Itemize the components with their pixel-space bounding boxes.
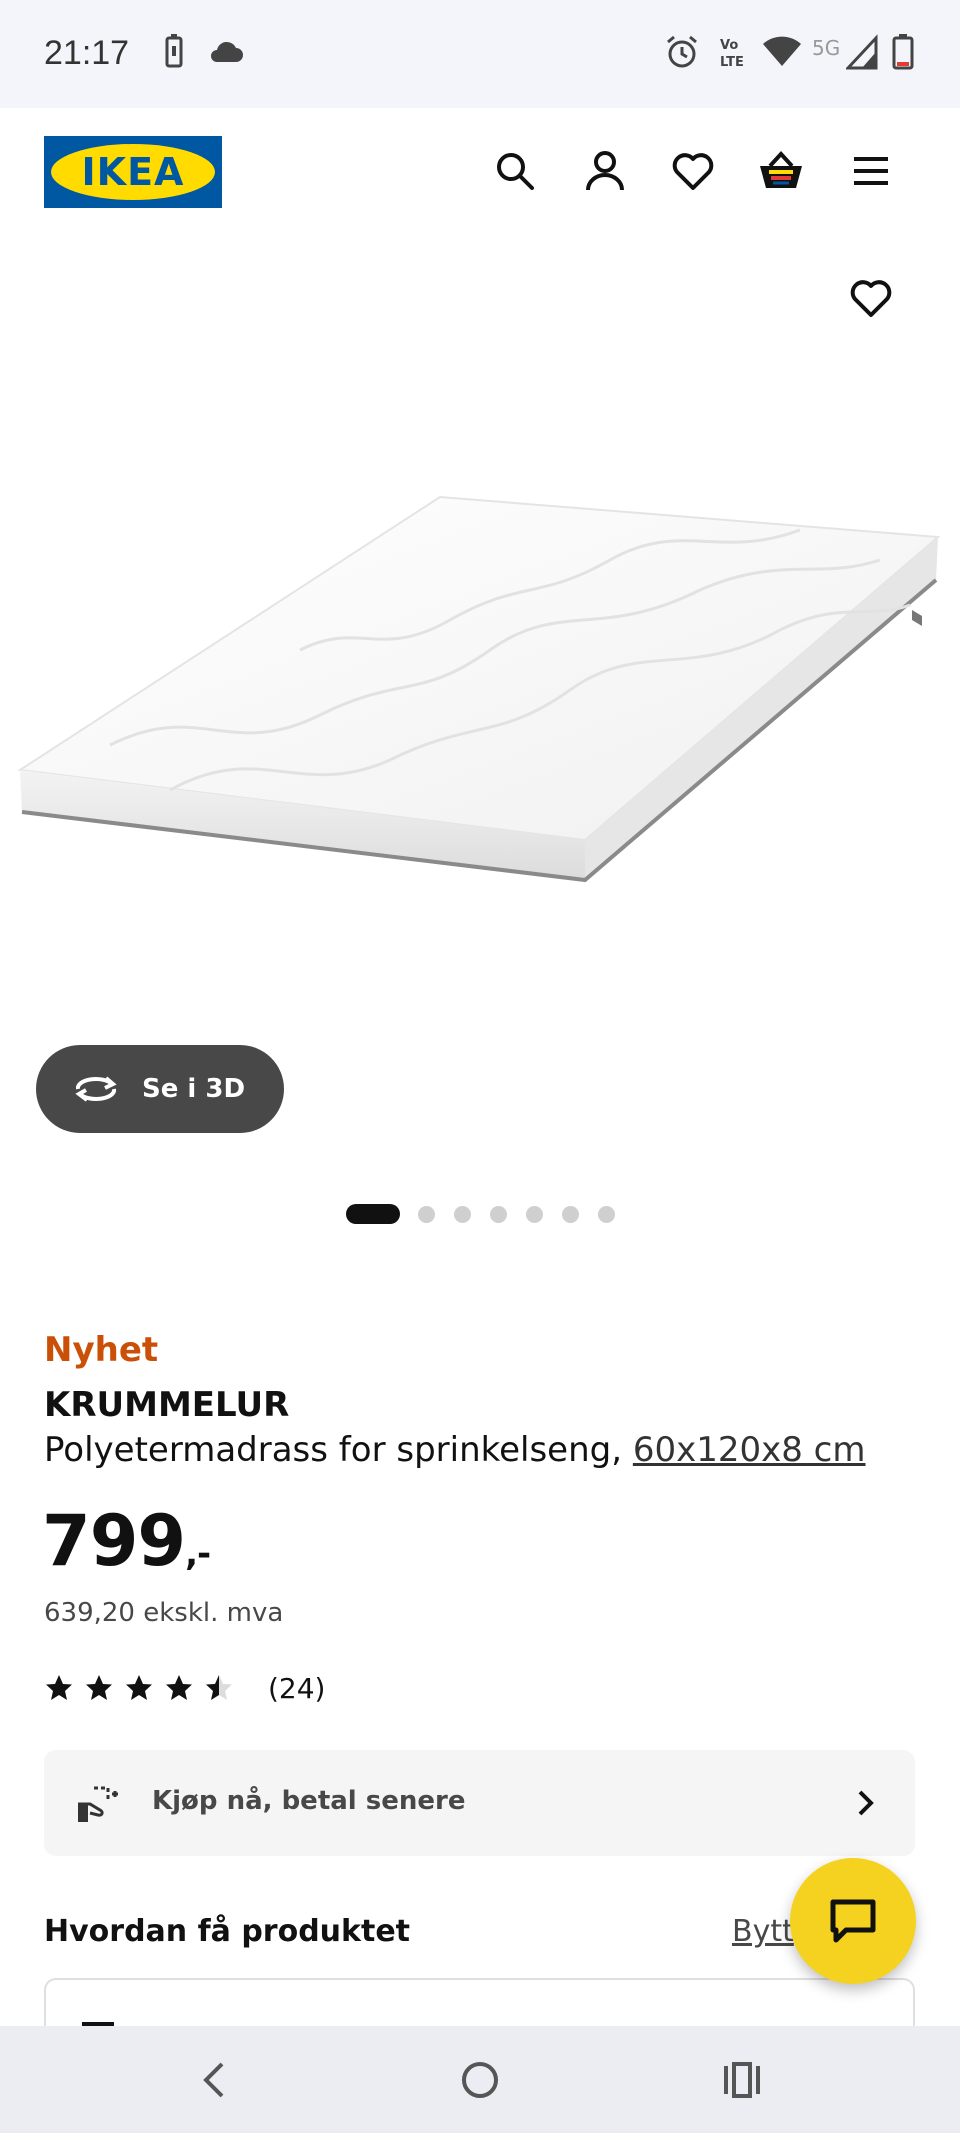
price-suffix: ,- bbox=[185, 1534, 211, 1574]
chat-button[interactable] bbox=[790, 1858, 916, 1984]
price-excluding-vat: 639,20 ekskl. mva bbox=[44, 1598, 284, 1628]
product-price: 799,- bbox=[42, 1500, 211, 1582]
ikea-logo[interactable]: IKEA bbox=[44, 136, 222, 208]
product-type: Polyetermadrass for sprinkelseng, bbox=[44, 1430, 633, 1470]
chevron-right-icon bbox=[858, 1790, 874, 1816]
svg-text:LTE: LTE bbox=[720, 55, 744, 70]
cloud-icon bbox=[211, 41, 243, 62]
star-full-icon bbox=[86, 1675, 112, 1700]
star-full-icon bbox=[46, 1675, 72, 1700]
rating-link[interactable]: (24) bbox=[44, 1668, 325, 1708]
chat-bubble-icon bbox=[830, 1899, 876, 1943]
add-to-favourites-icon[interactable] bbox=[848, 275, 894, 321]
pagination-dot[interactable] bbox=[418, 1206, 435, 1223]
rating-count: (24) bbox=[268, 1671, 326, 1705]
how-to-get-product-heading: Hvordan få produktet bbox=[44, 1914, 411, 1949]
view-in-3d-label: Se i 3D bbox=[142, 1074, 246, 1104]
star-full-icon bbox=[166, 1675, 192, 1700]
network-label: 5G bbox=[812, 36, 841, 60]
alarm-icon bbox=[667, 35, 697, 68]
pagination-dot[interactable] bbox=[562, 1206, 579, 1223]
pagination-dot[interactable] bbox=[490, 1206, 507, 1223]
wifi-icon bbox=[763, 36, 801, 66]
product-size-link[interactable]: 60x120x8 cm bbox=[633, 1430, 866, 1470]
product-image-mattress[interactable] bbox=[0, 238, 960, 1138]
status-bar: 21:17 Vo LTE 5G bbox=[0, 0, 960, 108]
product-name: KRUMMELUR bbox=[44, 1385, 290, 1425]
recents-icon[interactable] bbox=[716, 2054, 768, 2106]
status-time: 21:17 bbox=[44, 34, 130, 72]
basket-icon[interactable] bbox=[758, 148, 804, 194]
star-full-icon bbox=[126, 1675, 152, 1700]
svg-text:Vo: Vo bbox=[720, 38, 738, 53]
heart-icon[interactable] bbox=[670, 148, 716, 194]
view-in-3d-button[interactable]: Se i 3D bbox=[36, 1045, 284, 1133]
battery-saver-icon bbox=[165, 34, 183, 68]
change-store-link[interactable]: Bytt bbox=[732, 1914, 794, 1949]
rotate-3d-icon bbox=[75, 1076, 117, 1102]
new-badge: Nyhet bbox=[44, 1330, 159, 1370]
system-navigation-bar bbox=[0, 2026, 960, 2133]
price-value: 799 bbox=[42, 1500, 186, 1582]
pagination-dot[interactable] bbox=[454, 1206, 471, 1223]
star-half-icon bbox=[206, 1675, 232, 1700]
payment-hand-icon bbox=[78, 1786, 118, 1822]
signal-icon bbox=[846, 34, 878, 70]
pagination-dot[interactable] bbox=[346, 1204, 400, 1224]
back-icon[interactable] bbox=[190, 2054, 242, 2106]
pagination-dot[interactable] bbox=[598, 1206, 615, 1223]
menu-icon[interactable] bbox=[848, 148, 894, 194]
product-description: Polyetermadrass for sprinkelseng, 60x120… bbox=[44, 1430, 866, 1470]
pagination-dot[interactable] bbox=[526, 1206, 543, 1223]
svg-text:IKEA: IKEA bbox=[82, 150, 185, 194]
volte-icon: Vo LTE bbox=[720, 38, 744, 70]
buy-now-pay-later-button[interactable]: Kjøp nå, betal senere bbox=[44, 1750, 915, 1856]
account-icon[interactable] bbox=[582, 148, 628, 194]
buy-now-pay-later-label: Kjøp nå, betal senere bbox=[152, 1786, 466, 1816]
home-icon[interactable] bbox=[454, 2054, 506, 2106]
battery-icon bbox=[892, 34, 914, 70]
search-icon[interactable] bbox=[492, 148, 538, 194]
